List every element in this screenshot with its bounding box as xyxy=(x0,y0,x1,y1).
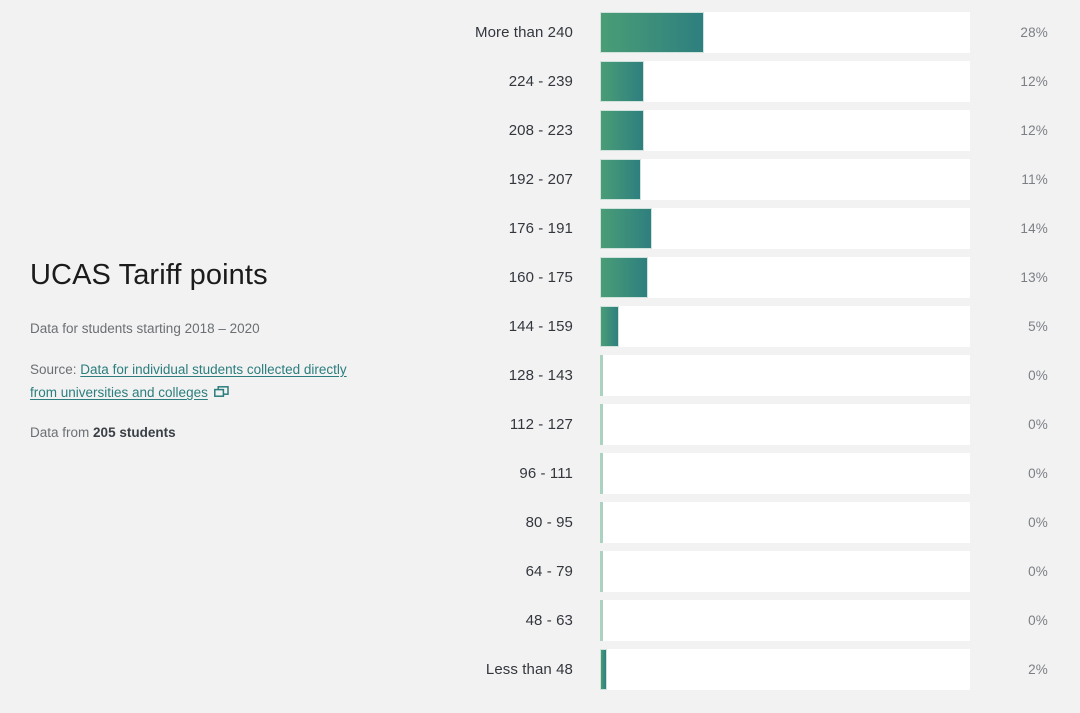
source-line: Source: Data for individual students col… xyxy=(30,358,365,405)
bar-value-label: 0% xyxy=(1028,417,1048,432)
bar-chart: More than 240 28% 224 - 239 12% 208 - 223 12%… xyxy=(440,0,1080,713)
chart-info-panel: UCAS Tariff points Data for students sta… xyxy=(0,0,440,713)
bar-chart-row[interactable]: 112 - 127 0% xyxy=(440,404,1080,445)
source-link[interactable]: Data for individual students collected d… xyxy=(30,362,347,401)
bar-category-label: 96 - 111 xyxy=(519,465,573,482)
bar-chart-row[interactable]: 160 - 175 13% xyxy=(440,257,1080,298)
bar-track xyxy=(600,551,970,592)
bar-track xyxy=(600,110,970,151)
bar-value-label: 0% xyxy=(1028,515,1048,530)
bar-value-label: 2% xyxy=(1028,662,1048,677)
bar-category-label: More than 240 xyxy=(474,24,573,41)
bar-category-label: 160 - 175 xyxy=(508,269,573,286)
sample-size-value: 205 students xyxy=(93,424,176,440)
bar-track xyxy=(600,404,970,445)
bar-track xyxy=(600,600,970,641)
page-title: UCAS Tariff points xyxy=(30,259,268,292)
bar-baseline-tick xyxy=(600,355,603,396)
bar-fill[interactable] xyxy=(600,12,704,53)
bar-value-label: 12% xyxy=(1020,74,1048,89)
bar-track xyxy=(600,306,970,347)
bar-chart-row[interactable]: 96 - 111 0% xyxy=(440,453,1080,494)
bar-fill[interactable] xyxy=(600,61,645,102)
bar-baseline-tick xyxy=(600,404,603,445)
bar-track xyxy=(600,208,970,249)
bar-chart-row[interactable]: 80 - 95 0% xyxy=(440,502,1080,543)
bar-category-label: 224 - 239 xyxy=(508,73,573,90)
bar-fill[interactable] xyxy=(600,110,645,151)
bar-track xyxy=(600,159,970,200)
bar-value-label: 11% xyxy=(1021,172,1048,187)
bar-fill[interactable] xyxy=(600,159,641,200)
bar-category-label: 48 - 63 xyxy=(525,612,573,629)
bar-fill[interactable] xyxy=(600,208,652,249)
bar-value-label: 0% xyxy=(1028,564,1048,579)
bar-category-label: 80 - 95 xyxy=(525,514,573,531)
bar-chart-row[interactable]: 144 - 159 5% xyxy=(440,306,1080,347)
bar-value-label: 5% xyxy=(1028,319,1048,334)
bar-category-label: 64 - 79 xyxy=(525,563,573,580)
bar-value-label: 28% xyxy=(1020,25,1048,40)
bar-chart-row[interactable]: 64 - 79 0% xyxy=(440,551,1080,592)
bar-chart-row[interactable]: More than 240 28% xyxy=(440,12,1080,53)
bar-track xyxy=(600,12,970,53)
bar-track xyxy=(600,355,970,396)
data-period-label: Data for students starting 2018 – 2020 xyxy=(30,320,260,336)
bar-value-label: 13% xyxy=(1020,270,1048,285)
bar-value-label: 0% xyxy=(1028,613,1048,628)
bar-track xyxy=(600,502,970,543)
bar-fill[interactable] xyxy=(600,257,649,298)
bar-chart-row[interactable]: 192 - 207 11% xyxy=(440,159,1080,200)
bar-baseline-tick xyxy=(600,502,603,543)
bar-chart-row[interactable]: 224 - 239 12% xyxy=(440,61,1080,102)
bar-baseline-tick xyxy=(600,453,603,494)
bar-category-label: 144 - 159 xyxy=(508,318,573,335)
bar-category-label: 176 - 191 xyxy=(508,220,573,237)
bar-chart-row[interactable]: 208 - 223 12% xyxy=(440,110,1080,151)
bar-track xyxy=(600,257,970,298)
bar-chart-row[interactable]: 48 - 63 0% xyxy=(440,600,1080,641)
bar-fill[interactable] xyxy=(600,649,608,690)
bar-chart-row[interactable]: 128 - 143 0% xyxy=(440,355,1080,396)
bar-value-label: 0% xyxy=(1028,368,1048,383)
bar-category-label: 192 - 207 xyxy=(508,171,573,188)
source-prefix-label: Source: xyxy=(30,361,77,377)
bar-category-label: 128 - 143 xyxy=(508,367,573,384)
sample-size-line: Data from 205 students xyxy=(30,423,410,444)
ucas-tariff-points-chart-page: UCAS Tariff points Data for students sta… xyxy=(0,0,1080,713)
bar-value-label: 12% xyxy=(1020,123,1048,138)
bar-baseline-tick xyxy=(600,551,603,592)
bar-value-label: 14% xyxy=(1020,221,1048,236)
bar-track xyxy=(600,453,970,494)
bar-category-label: Less than 48 xyxy=(485,661,573,678)
bar-value-label: 0% xyxy=(1028,466,1048,481)
bar-track xyxy=(600,61,970,102)
sample-prefix-label: Data from xyxy=(30,424,90,440)
open-in-new-window-icon[interactable] xyxy=(213,383,229,398)
bar-track xyxy=(600,649,970,690)
bar-fill[interactable] xyxy=(600,306,619,347)
bar-baseline-tick xyxy=(600,600,603,641)
bar-chart-row[interactable]: 176 - 191 14% xyxy=(440,208,1080,249)
bar-chart-row[interactable]: Less than 48 2% xyxy=(440,649,1080,690)
bar-category-label: 208 - 223 xyxy=(508,122,573,139)
bar-category-label: 112 - 127 xyxy=(509,416,573,433)
